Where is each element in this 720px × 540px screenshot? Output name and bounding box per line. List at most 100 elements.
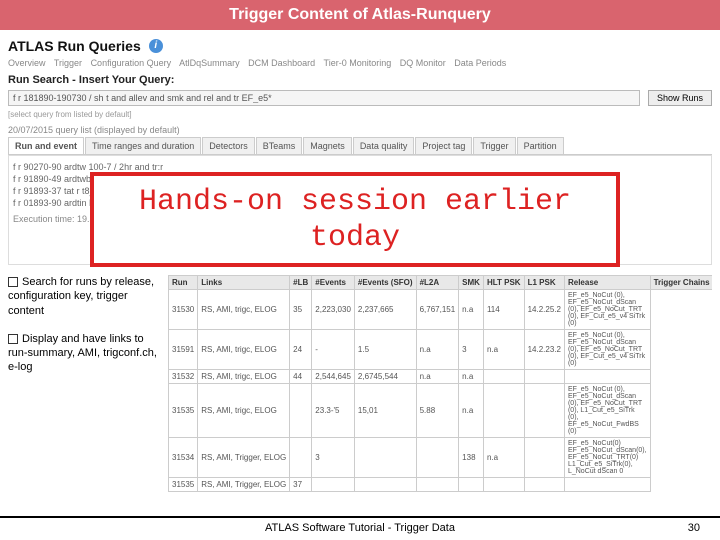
nav-item[interactable]: AtlDqSummary — [179, 58, 240, 68]
tab-project[interactable]: Project tag — [415, 137, 472, 154]
table-cell: 23.3-'5 — [312, 384, 355, 438]
table-row[interactable]: 31532RS, AMI, trigc, ELOG442,544,6452,67… — [169, 370, 713, 384]
table-header: Release — [564, 276, 650, 290]
table-cell: 2,237,665 — [354, 290, 416, 330]
table-header: HLT PSK — [483, 276, 524, 290]
side-p1: Search for runs by release, configuratio… — [8, 276, 154, 317]
table-cell: EF_e5_NoCut (0), EF_e5_NoCut_dScan (0), … — [564, 384, 650, 438]
footer-center: ATLAS Software Tutorial - Trigger Data — [0, 522, 720, 534]
table-cell — [416, 438, 459, 478]
table-cell: 31530 — [169, 290, 198, 330]
lower-row: Search for runs by release, configuratio… — [8, 275, 712, 492]
tab-partition[interactable]: Partition — [517, 137, 564, 154]
table-cell: 138 — [459, 438, 484, 478]
result-line[interactable]: f r 90270-90 ardtw 100-7 / 2hr and tr:r — [13, 162, 707, 172]
app-header: ATLAS Run Queries i — [8, 38, 712, 54]
query-hint: [select query from listed by default] — [8, 110, 712, 119]
overlay-box: Hands-on session earlier today — [90, 172, 620, 267]
table-cell: n.a — [416, 370, 459, 384]
table-cell: 14.2.23.2 — [524, 330, 564, 370]
table-cell: RS, AMI, trigc, ELOG — [198, 290, 290, 330]
table-header: #Events — [312, 276, 355, 290]
info-icon[interactable]: i — [149, 39, 163, 53]
table-cell: 31532 — [169, 370, 198, 384]
table-header: #LB — [290, 276, 312, 290]
table-header: L1 PSK — [524, 276, 564, 290]
table-header: #L2A — [416, 276, 459, 290]
table-cell: RS, AMI, trigc, ELOG — [198, 370, 290, 384]
table-cell: RS, AMI, Trigger, ELOG — [198, 478, 290, 492]
overlay-text: Hands-on session earlier today — [94, 184, 616, 256]
table-cell: 31535 — [169, 478, 198, 492]
tab-detectors[interactable]: Detectors — [202, 137, 255, 154]
table-cell: - — [312, 330, 355, 370]
table-cell: 3 — [459, 330, 484, 370]
nav-item[interactable]: Data Periods — [454, 58, 506, 68]
table-cell — [290, 438, 312, 478]
table-row[interactable]: 31530RS, AMI, trigc, ELOG352,223,0302,23… — [169, 290, 713, 330]
table-cell — [524, 438, 564, 478]
tab-trigger[interactable]: Trigger — [473, 137, 515, 154]
nav-item[interactable]: DCM Dashboard — [248, 58, 315, 68]
table-cell — [564, 370, 650, 384]
table-cell — [483, 384, 524, 438]
table-cell: 6,767,151 — [416, 290, 459, 330]
table-cell — [459, 478, 484, 492]
app-name: ATLAS Run Queries — [8, 38, 141, 54]
table-cell: 35 — [290, 290, 312, 330]
query-input[interactable] — [8, 90, 640, 106]
table-cell: RS, AMI, trigc, ELOG — [198, 384, 290, 438]
table-cell: 114 — [483, 290, 524, 330]
nav-item[interactable]: Tier-0 Monitoring — [324, 58, 392, 68]
side-text: Search for runs by release, configuratio… — [8, 275, 158, 492]
table-cell: RS, AMI, Trigger, ELOG — [198, 438, 290, 478]
table-cell: EF_e5_NoCut (0), EF_e5_NoCut_dScan (0), … — [564, 290, 650, 330]
slide-title: Trigger Content of Atlas-Runquery — [0, 0, 720, 30]
tab-time[interactable]: Time ranges and duration — [85, 137, 201, 154]
table-cell — [524, 478, 564, 492]
table-cell: 2,6745,544 — [354, 370, 416, 384]
tab-bteams[interactable]: BTeams — [256, 137, 303, 154]
table-cell: n.a — [459, 384, 484, 438]
tab-dq[interactable]: Data quality — [353, 137, 415, 154]
table-cell — [524, 370, 564, 384]
table-cell: n.a — [416, 330, 459, 370]
table-row[interactable]: 31591RS, AMI, trigc, ELOG24-1.5n.a3n.a14… — [169, 330, 713, 370]
checkbox-icon — [8, 277, 18, 287]
table-cell: n.a — [483, 330, 524, 370]
recent-label: 20/07/2015 query list (displayed by defa… — [8, 125, 712, 135]
table-cell: 5.88 — [416, 384, 459, 438]
table-cell: 31591 — [169, 330, 198, 370]
table-row[interactable]: 31535RS, AMI, trigc, ELOG23.3-'515,015.8… — [169, 384, 713, 438]
table-header: Run — [169, 276, 198, 290]
table-cell: EF_e5_NoCut(0) EF_e5_NoCut_dScan(0), EF_… — [564, 438, 650, 478]
table-cell — [524, 384, 564, 438]
table-cell: n.a — [459, 370, 484, 384]
table-cell — [354, 478, 416, 492]
table-row[interactable]: 31534RS, AMI, Trigger, ELOG3138n.aEF_e5_… — [169, 438, 713, 478]
table-cell: 14.2.25.2 — [524, 290, 564, 330]
nav-item[interactable]: Trigger — [54, 58, 82, 68]
side-p2: Display and have links to run-summary, A… — [8, 333, 157, 374]
tabs-row: Run and event Time ranges and duration D… — [8, 137, 712, 155]
nav-item[interactable]: Overview — [8, 58, 46, 68]
table-cell: 2,544,645 — [312, 370, 355, 384]
show-runs-button[interactable]: Show Runs — [648, 90, 712, 106]
tab-magnets[interactable]: Magnets — [303, 137, 352, 154]
table-cell: n.a — [459, 290, 484, 330]
table-cell: 37 — [290, 478, 312, 492]
table-cell: 31534 — [169, 438, 198, 478]
checkbox-icon — [8, 334, 18, 344]
tab-run-event[interactable]: Run and event — [8, 137, 84, 154]
table-cell: 2,223,030 — [312, 290, 355, 330]
table-wrap: RunLinks#LB#Events#Events (SFO)#L2ASMKHL… — [168, 275, 712, 492]
nav-item[interactable]: DQ Monitor — [400, 58, 446, 68]
table-cell: 3 — [312, 438, 355, 478]
table-row[interactable]: 31535RS, AMI, Trigger, ELOG37 — [169, 478, 713, 492]
table-header: Links — [198, 276, 290, 290]
table-cell: 1.5 — [354, 330, 416, 370]
table-cell: 15,01 — [354, 384, 416, 438]
nav-item[interactable]: Configuration Query — [91, 58, 172, 68]
query-row: Show Runs — [8, 90, 712, 106]
table-header: #Events (SFO) — [354, 276, 416, 290]
